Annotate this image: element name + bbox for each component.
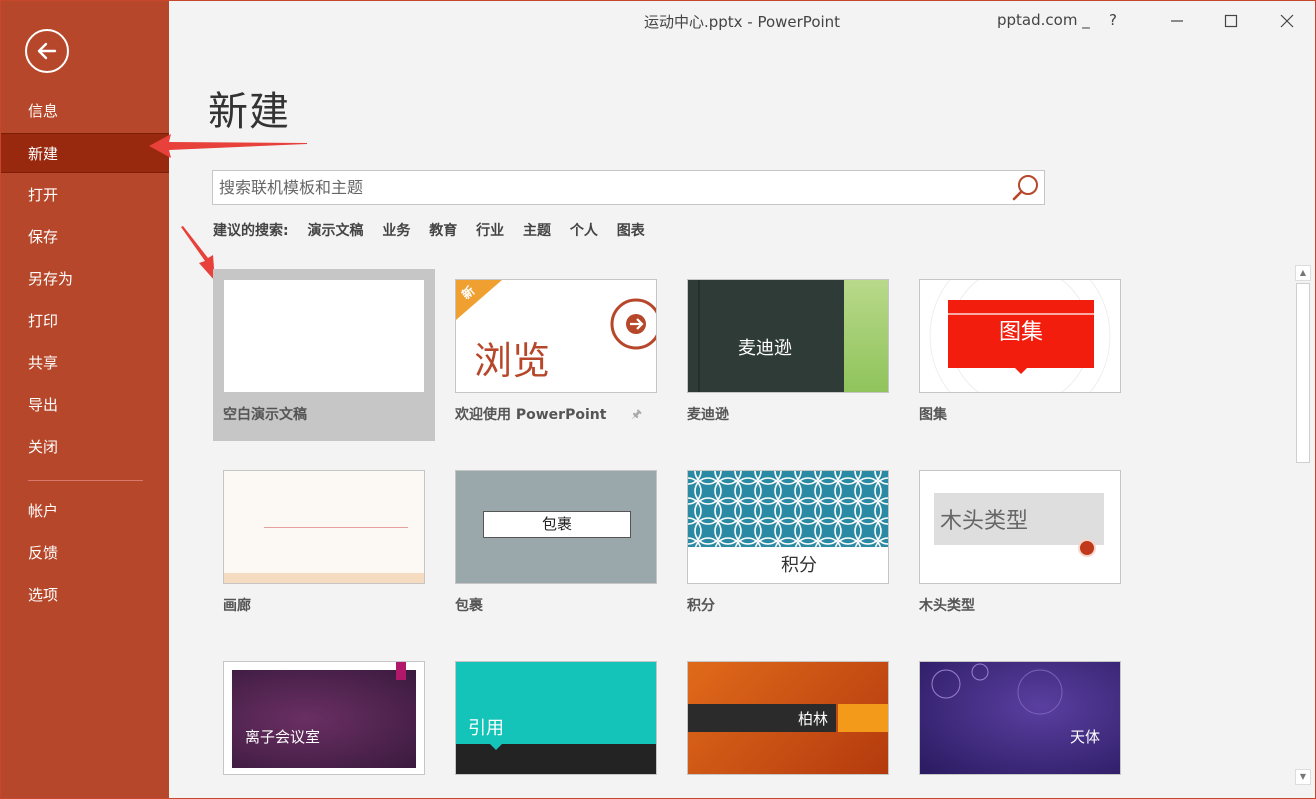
back-button[interactable] — [25, 29, 69, 73]
nav-save[interactable]: 保存 — [1, 217, 169, 257]
template-tile-welcome[interactable]: 新 浏览 欢迎使用 PowerPoint 🖈 — [445, 269, 667, 441]
nav-new[interactable]: 新建 — [1, 133, 169, 173]
template-thumbnail — [223, 279, 425, 393]
thumb-text: 麦迪逊 — [738, 338, 792, 359]
template-tile-atlas[interactable]: 图集 图集 — [909, 269, 1131, 441]
maximize-icon — [1224, 14, 1238, 28]
thumb-text: 引用 — [468, 718, 504, 739]
template-thumbnail: 积分 — [687, 470, 889, 584]
close-icon — [1280, 14, 1294, 28]
suggested-searches: 建议的搜索: 演示文稿 业务 教育 行业 主题 个人 图表 — [213, 220, 659, 240]
template-tile-celestial[interactable]: 天体 — [909, 651, 1131, 798]
template-name: 空白演示文稿 — [223, 407, 307, 423]
search-input[interactable] — [219, 171, 1009, 204]
nav-feedback[interactable]: 反馈 — [1, 533, 169, 573]
template-thumbnail: 柏林 — [687, 661, 889, 775]
suggested-link-personal[interactable]: 个人 — [570, 223, 598, 239]
suggested-link-themes[interactable]: 主题 — [523, 223, 551, 239]
thumb-text: 天体 — [1070, 728, 1101, 746]
template-thumbnail: 天体 — [919, 661, 1121, 775]
thumb-text: 图集 — [998, 320, 1043, 345]
template-tile-madison[interactable]: 麦迪逊 麦迪逊 — [677, 269, 899, 441]
page-title: 新建 — [208, 89, 290, 135]
template-thumbnail: 麦迪逊 — [687, 279, 889, 393]
thumb-text: 浏览 — [474, 339, 551, 383]
close-button[interactable] — [1275, 9, 1299, 33]
nav-open[interactable]: 打开 — [1, 175, 169, 215]
template-tile-quote[interactable]: 引用 — [445, 651, 667, 798]
suggested-link-education[interactable]: 教育 — [429, 223, 457, 239]
minimize-button[interactable] — [1165, 9, 1189, 33]
nav-info[interactable]: 信息 — [1, 91, 169, 131]
nav-share[interactable]: 共享 — [1, 343, 169, 383]
template-thumbnail: 包裹 — [455, 470, 657, 584]
template-thumbnail: 木头类型 — [919, 470, 1121, 584]
template-name: 欢迎使用 PowerPoint — [455, 407, 607, 423]
nav-export[interactable]: 导出 — [1, 385, 169, 425]
template-thumbnail: 引用 — [455, 661, 657, 775]
template-thumbnail: 离子会议室 — [223, 661, 425, 775]
scroll-down-button[interactable]: ▼ — [1295, 769, 1311, 785]
search-icon[interactable] — [1010, 172, 1042, 204]
back-arrow-icon — [37, 42, 57, 60]
window-title: 运动中心.pptx - PowerPoint — [643, 13, 841, 31]
template-name: 包裹 — [455, 598, 483, 614]
suggested-searches-label: 建议的搜索: — [213, 223, 289, 239]
template-thumbnail — [223, 470, 425, 584]
maximize-button[interactable] — [1219, 9, 1243, 33]
template-tile-wood-type[interactable]: 木头类型 木头类型 — [909, 460, 1131, 632]
suggested-link-industry[interactable]: 行业 — [476, 223, 504, 239]
title-bar: 运动中心.pptx - PowerPoint pptad.com _ ? — [169, 1, 1315, 41]
template-tile-gallery[interactable]: 画廊 — [213, 460, 435, 632]
template-name: 图集 — [919, 407, 947, 423]
powerpoint-window: 信息 新建 打开 保存 另存为 打印 共享 导出 关闭 帐户 反馈 选项 运动中… — [0, 0, 1316, 799]
template-tile-berlin[interactable]: 柏林 — [677, 651, 899, 798]
suggested-link-presentation[interactable]: 演示文稿 — [307, 223, 363, 239]
template-tile-blank[interactable]: 空白演示文稿 — [213, 269, 435, 441]
template-name: 画廊 — [223, 598, 251, 614]
search-box — [212, 170, 1045, 205]
template-name: 木头类型 — [919, 598, 975, 614]
nav-close[interactable]: 关闭 — [1, 427, 169, 467]
suggested-link-charts[interactable]: 图表 — [617, 223, 645, 239]
nav-divider — [28, 480, 143, 481]
scrollbar-thumb[interactable] — [1296, 283, 1310, 463]
template-name: 积分 — [687, 598, 715, 614]
account-name[interactable]: pptad.com _ — [997, 11, 1090, 29]
template-thumbnail: 图集 — [919, 279, 1121, 393]
template-thumbnail: 新 浏览 — [455, 279, 657, 393]
scroll-up-button[interactable]: ▲ — [1295, 265, 1311, 281]
nav-save-as[interactable]: 另存为 — [1, 259, 169, 299]
minimize-icon — [1171, 20, 1183, 22]
nav-print[interactable]: 打印 — [1, 301, 169, 341]
nav-options[interactable]: 选项 — [1, 575, 169, 615]
vertical-scrollbar[interactable]: ▲ ▼ — [1295, 265, 1311, 785]
thumb-text: 积分 — [781, 555, 817, 576]
template-name: 麦迪逊 — [687, 407, 729, 423]
nav-account[interactable]: 帐户 — [1, 491, 169, 531]
pin-icon[interactable]: 🖈 — [631, 405, 642, 426]
help-button[interactable]: ? — [1109, 11, 1117, 29]
template-tile-integral[interactable]: 积分 积分 — [677, 460, 899, 632]
thumb-text: 木头类型 — [940, 509, 1029, 534]
thumb-text: 包裹 — [483, 511, 631, 538]
suggested-link-business[interactable]: 业务 — [382, 223, 410, 239]
thumb-text: 离子会议室 — [245, 728, 321, 746]
template-tile-parcel[interactable]: 包裹 包裹 — [445, 460, 667, 632]
thumb-text: 柏林 — [798, 710, 829, 728]
arrow-circle-icon — [610, 298, 656, 350]
backstage-sidebar: 信息 新建 打开 保存 另存为 打印 共享 导出 关闭 帐户 反馈 选项 — [1, 1, 169, 798]
template-tile-ion-boardroom[interactable]: 离子会议室 — [213, 651, 435, 798]
